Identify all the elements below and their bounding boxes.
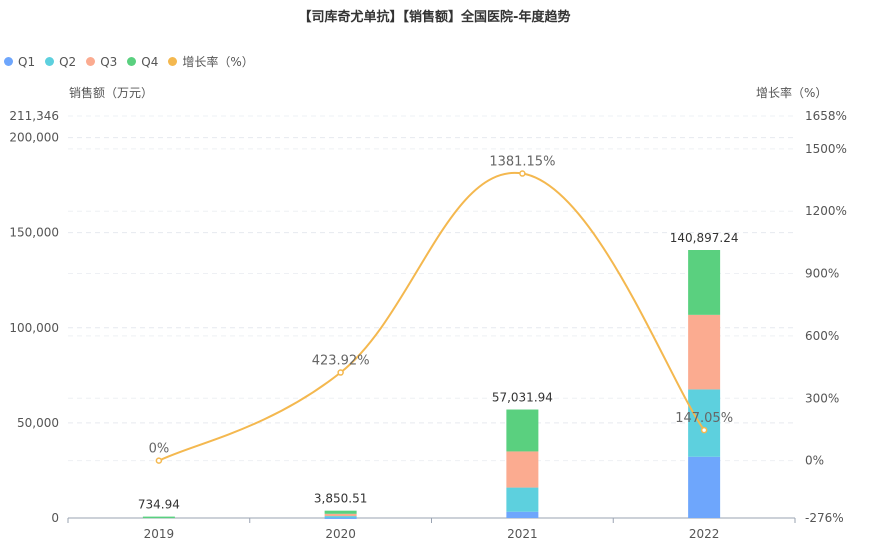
- growth-point: [337, 369, 344, 376]
- growth-label: 147.05%: [675, 411, 733, 426]
- growth-label: 423.92%: [312, 354, 370, 369]
- y2-tick-label: -276%: [805, 511, 844, 525]
- y-tick-label: 100,000: [9, 321, 59, 335]
- bar-q2-2021: [506, 487, 539, 512]
- bar-q1-2020: [324, 517, 357, 519]
- y2-tick-label: 1500%: [805, 142, 847, 156]
- y2-tick-label: 1658%: [805, 109, 847, 123]
- y-tick-label: 200,000: [9, 131, 59, 145]
- bar-q4-2021: [506, 409, 539, 452]
- bar-q2-2020: [324, 516, 357, 518]
- bar-q4-2020: [324, 510, 357, 514]
- bar-q3-2022: [688, 314, 721, 390]
- growth-point: [700, 426, 708, 434]
- bar-total-label: 140,897.24: [670, 231, 739, 245]
- y-tick-label: 0: [51, 511, 59, 525]
- bar-q3-2021: [506, 451, 539, 488]
- bar-total-label: 734.94: [138, 498, 180, 512]
- y-tick-label: 50,000: [17, 416, 59, 430]
- y-tick-label: 150,000: [9, 226, 59, 240]
- y2-tick-label: 900%: [805, 267, 839, 281]
- y2-tick-label: 1200%: [805, 204, 847, 218]
- y2-tick-label: 300%: [805, 391, 839, 405]
- x-tick-label: 2022: [689, 527, 720, 541]
- growth-line: [158, 172, 705, 462]
- bar-q3-2020: [324, 513, 357, 517]
- x-tick-label: 2020: [325, 527, 356, 541]
- x-tick-label: 2019: [144, 527, 175, 541]
- growth-label: 1381.15%: [489, 155, 555, 170]
- bar-q4-2022: [688, 250, 721, 315]
- growth-point: [519, 170, 526, 177]
- y2-tick-label: 0%: [805, 454, 824, 468]
- y-tick-label: 211,346: [9, 109, 59, 123]
- growth-label: 0%: [149, 442, 170, 457]
- growth-point: [155, 457, 163, 464]
- bar-q1-2021: [506, 511, 539, 518]
- bar-q1-2022: [688, 456, 721, 518]
- bar-total-label: 57,031.94: [492, 391, 553, 405]
- x-tick-label: 2021: [507, 527, 538, 541]
- bar-total-label: 3,850.51: [314, 492, 367, 506]
- bar-q4-2019: [142, 516, 175, 519]
- y2-tick-label: 600%: [805, 329, 839, 343]
- chart-canvas: 0 50,000 100,000 150,000 200,000 211,346 -276%…: [9, 109, 847, 541]
